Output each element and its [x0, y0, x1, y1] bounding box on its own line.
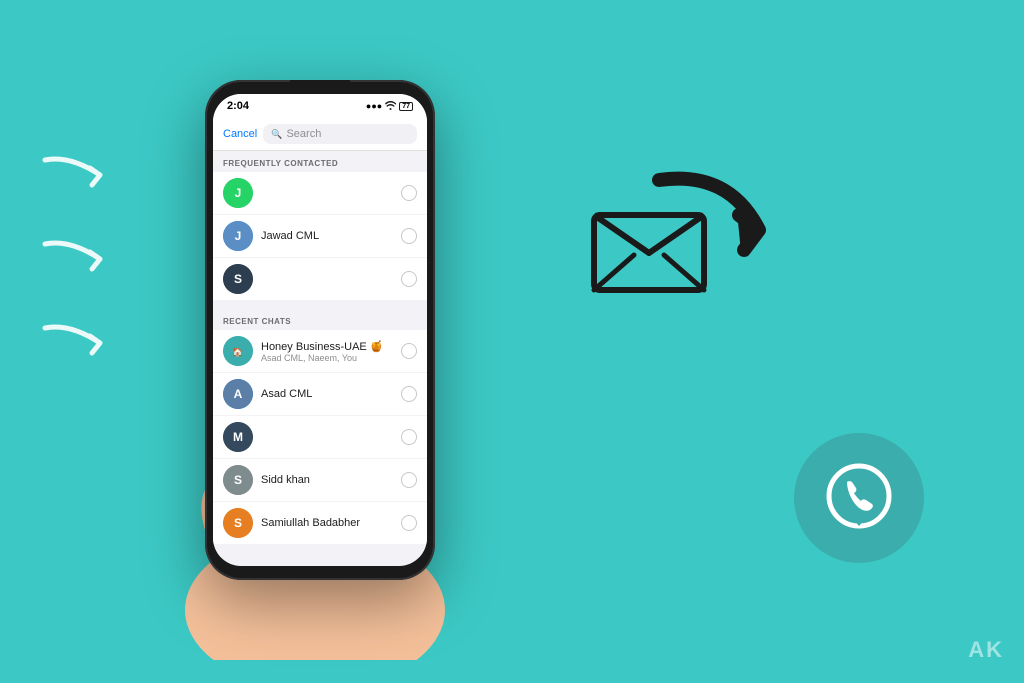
avatar-3: S: [223, 264, 253, 294]
svg-text:J: J: [235, 229, 242, 243]
section-gap: [213, 301, 427, 309]
svg-text:🏠: 🏠: [232, 347, 243, 357]
avatar-8: S: [223, 508, 253, 538]
radio-3[interactable]: [401, 271, 417, 287]
contact-item-3[interactable]: S: [213, 258, 427, 301]
contact-item-4[interactable]: 🏠 Honey Business-UAE 🍯 Asad CML, Naeem, …: [213, 330, 427, 373]
avatar-4: 🏠: [223, 336, 253, 366]
phone-hand-container: 2:04 ●●● 77 Cancel 🔍 Search: [155, 60, 475, 660]
radio-1[interactable]: [401, 185, 417, 201]
avatar-5: A: [223, 379, 253, 409]
contact-info-4: Honey Business-UAE 🍯 Asad CML, Naeem, Yo…: [261, 340, 393, 363]
watermark: AK: [968, 637, 1004, 663]
contact-item-7[interactable]: S Sidd khan: [213, 459, 427, 502]
contact-item-6[interactable]: M: [213, 416, 427, 459]
contact-name-2: Jawad CML: [261, 230, 393, 242]
svg-text:A: A: [234, 387, 243, 401]
contact-item-1[interactable]: J: [213, 172, 427, 215]
avatar-2: J: [223, 221, 253, 251]
search-icon: 🔍: [271, 129, 282, 140]
search-bar[interactable]: 🔍 Search: [263, 124, 417, 144]
contact-item-5[interactable]: A Asad CML: [213, 373, 427, 416]
decorative-arrows-left: [40, 150, 110, 372]
whatsapp-badge: [794, 433, 924, 563]
arrow-1: [40, 150, 110, 204]
contact-info-5: Asad CML: [261, 388, 393, 400]
svg-text:J: J: [235, 186, 242, 200]
cancel-button[interactable]: Cancel: [223, 128, 257, 140]
share-header: Cancel 🔍 Search: [213, 116, 427, 151]
radio-4[interactable]: [401, 343, 417, 359]
radio-5[interactable]: [401, 386, 417, 402]
svg-text:S: S: [234, 516, 242, 530]
status-bar: 2:04 ●●● 77: [213, 94, 427, 116]
contact-item-8[interactable]: S Samiullah Badabher: [213, 502, 427, 544]
avatar-1: J: [223, 178, 253, 208]
contact-info-8: Samiullah Badabher: [261, 517, 393, 529]
contact-name-5: Asad CML: [261, 388, 393, 400]
status-icons: ●●● 77: [366, 101, 413, 112]
battery-icon: 77: [399, 102, 413, 111]
phone-notch: [290, 80, 350, 90]
contact-info-7: Sidd khan: [261, 474, 393, 486]
svg-text:M: M: [233, 430, 243, 444]
share-arrow: [629, 160, 779, 285]
avatar-7: S: [223, 465, 253, 495]
signal-icon: ●●●: [366, 101, 382, 111]
arrow-2: [40, 234, 110, 288]
contact-name-7: Sidd khan: [261, 474, 393, 486]
radio-2[interactable]: [401, 228, 417, 244]
home-indicator: [290, 571, 350, 574]
contact-name-8: Samiullah Badabher: [261, 517, 393, 529]
contact-name-4: Honey Business-UAE 🍯: [261, 340, 393, 353]
radio-8[interactable]: [401, 515, 417, 531]
wifi-icon: [385, 101, 396, 112]
section-label-recent: RECENT CHATS: [213, 309, 427, 330]
status-time: 2:04: [227, 100, 249, 112]
phone-screen: 2:04 ●●● 77 Cancel 🔍 Search: [213, 94, 427, 566]
svg-text:S: S: [234, 473, 242, 487]
radio-6[interactable]: [401, 429, 417, 445]
avatar-6: M: [223, 422, 253, 452]
contact-item-2[interactable]: J Jawad CML: [213, 215, 427, 258]
radio-7[interactable]: [401, 472, 417, 488]
search-placeholder: Search: [286, 128, 321, 140]
svg-text:S: S: [234, 272, 242, 286]
contact-sub-4: Asad CML, Naeem, You: [261, 353, 393, 363]
phone-frame: 2:04 ●●● 77 Cancel 🔍 Search: [205, 80, 435, 580]
section-label-frequently: FREQUENTLY CONTACTED: [213, 151, 427, 172]
arrow-3: [40, 318, 110, 372]
contact-info-2: Jawad CML: [261, 230, 393, 242]
